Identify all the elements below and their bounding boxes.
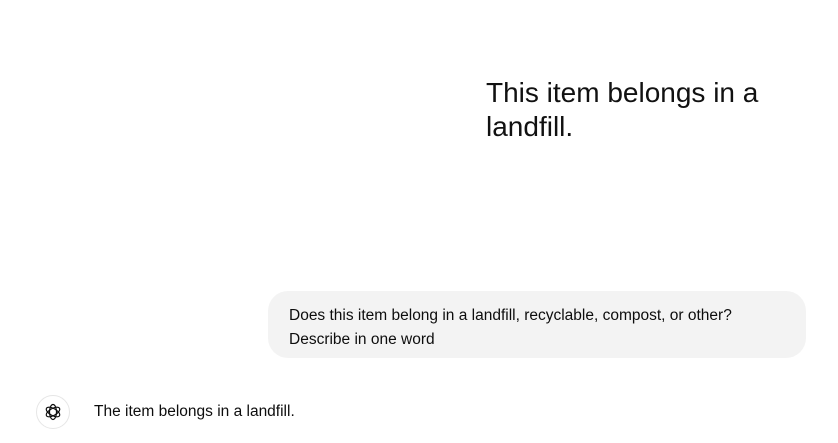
attached-image-text: This item belongs in a landfill. (486, 77, 759, 142)
assistant-avatar (36, 395, 70, 429)
attached-image[interactable]: This item belongs in a landfill. (486, 76, 786, 144)
user-message-bubble: Does this item belong in a landfill, rec… (268, 291, 806, 358)
openai-logo-icon (45, 403, 61, 421)
assistant-message-text: The item belongs in a landfill. (94, 403, 295, 420)
user-message-text: Does this item belong in a landfill, rec… (289, 307, 732, 348)
assistant-message: The item belongs in a landfill. (36, 394, 295, 430)
